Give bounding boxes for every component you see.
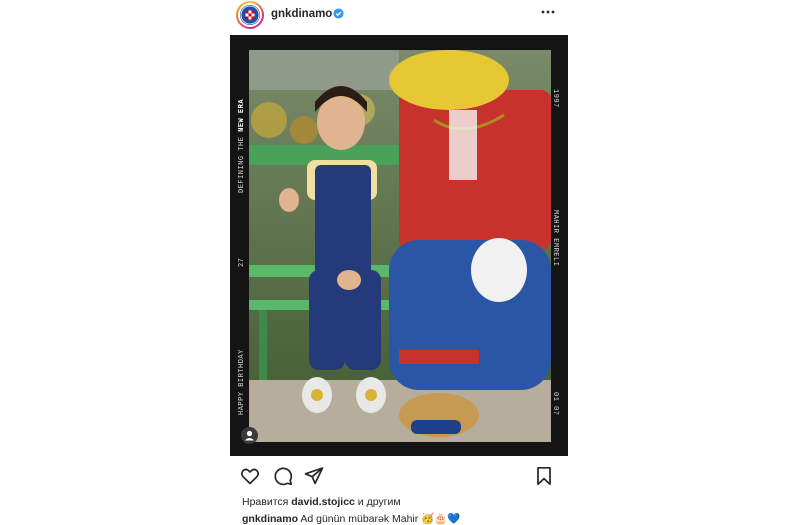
user-tag-icon[interactable] [241,427,258,444]
left-text-defining: DEFINING THE [238,136,246,193]
post-header: gnkdinamo [230,0,568,30]
caption-line: gnkdinamo Ad günün mübarək Mahir 🥳🎂💙 [242,512,460,525]
like-heart-icon[interactable] [239,465,261,487]
action-bar [230,465,568,489]
caption-text: Ad günün mübarək Mahir 🥳🎂💙 [300,513,461,525]
side-date: 01 07 [551,392,559,416]
side-text-birthday: HAPPY BIRTHDAY [238,349,246,415]
post-username[interactable]: gnkdinamo [271,8,332,20]
share-send-icon[interactable] [303,465,325,487]
likes-line: Нравится david.stojicc и другим [242,496,401,508]
likes-suffix[interactable]: и другим [358,496,401,508]
side-number: 27 [238,257,246,267]
likes-prefix: Нравится [242,496,289,508]
left-text-new-era: NEW ERA [238,98,246,132]
post-photo[interactable]: DEFINING THE NEW ERA 27 HAPPY BIRTHDAY 1… [230,35,568,456]
side-text-defining: DEFINING THE NEW ERA [238,99,246,193]
dinamo-logo-icon [240,5,260,25]
side-name: MAHIR EMRELI [551,210,559,267]
side-year: 1997 [551,89,559,108]
caption-username[interactable]: gnkdinamo [242,513,298,525]
likes-user-link[interactable]: david.stojicc [291,496,355,508]
birthday-photo-image [249,50,551,442]
comment-icon[interactable] [272,465,294,487]
verified-badge-icon [333,8,344,19]
more-options-icon[interactable] [540,4,556,20]
avatar[interactable] [236,1,264,29]
save-bookmark-icon[interactable] [533,465,555,487]
instagram-post: gnkdinamo DEFINING THE NEW ERA 27 HAPPY … [230,0,568,525]
